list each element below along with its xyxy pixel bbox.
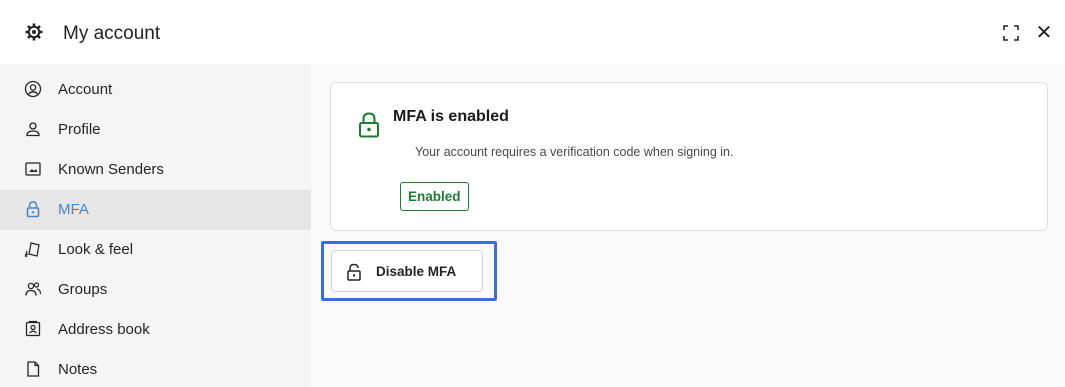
gear-icon bbox=[25, 23, 43, 41]
sidebar-item-label: Notes bbox=[58, 361, 98, 378]
unlock-icon bbox=[347, 263, 361, 281]
user-circle-icon bbox=[24, 80, 42, 98]
sidebar-item-notes[interactable]: Notes bbox=[0, 350, 311, 387]
close-icon[interactable]: ✕ bbox=[1034, 23, 1054, 43]
card-description: Your account requires a verification cod… bbox=[415, 145, 734, 159]
sidebar-item-address-book[interactable]: Address book bbox=[0, 310, 311, 350]
sidebar-item-look-and-feel[interactable]: Look & feel bbox=[0, 230, 311, 270]
sidebar-item-account[interactable]: Account bbox=[0, 70, 311, 110]
card-title: MFA is enabled bbox=[393, 108, 509, 125]
sidebar-item-label: Profile bbox=[58, 121, 101, 138]
sidebar-item-label: Account bbox=[58, 81, 113, 98]
sidebar-item-label: Groups bbox=[58, 281, 108, 298]
sidebar-item-groups[interactable]: Groups bbox=[0, 270, 311, 310]
sidebar-item-label: Known Senders bbox=[58, 161, 164, 178]
dialog-title: My account bbox=[63, 23, 161, 44]
status-badge: Enabled bbox=[400, 182, 469, 211]
paint-brush-icon bbox=[24, 242, 40, 258]
dialog-header: My account ✕ bbox=[0, 0, 1065, 64]
sidebar-item-known-senders[interactable]: Known Senders bbox=[0, 150, 311, 190]
disable-mfa-button[interactable]: Disable MFA bbox=[331, 250, 483, 292]
sidebar: Account Profile Known Senders MFA Look &… bbox=[0, 64, 311, 387]
lock-icon bbox=[359, 112, 379, 138]
document-icon bbox=[27, 361, 40, 377]
lock-icon bbox=[26, 201, 40, 218]
sidebar-item-mfa[interactable]: MFA bbox=[0, 190, 311, 230]
mfa-status-card: MFA is enabled Your account requires a v… bbox=[330, 82, 1048, 231]
sidebar-item-profile[interactable]: Profile bbox=[0, 110, 311, 150]
disable-mfa-label: Disable MFA bbox=[376, 264, 457, 279]
sidebar-item-label: Address book bbox=[58, 321, 150, 338]
main-panel: MFA is enabled Your account requires a v… bbox=[311, 64, 1065, 387]
people-icon bbox=[25, 282, 42, 296]
expand-icon[interactable] bbox=[1003, 25, 1019, 41]
sidebar-item-label: MFA bbox=[58, 201, 89, 218]
image-frame-icon bbox=[25, 162, 41, 176]
contact-card-icon bbox=[25, 320, 41, 337]
person-icon bbox=[26, 122, 40, 137]
sidebar-item-label: Look & feel bbox=[58, 241, 134, 258]
